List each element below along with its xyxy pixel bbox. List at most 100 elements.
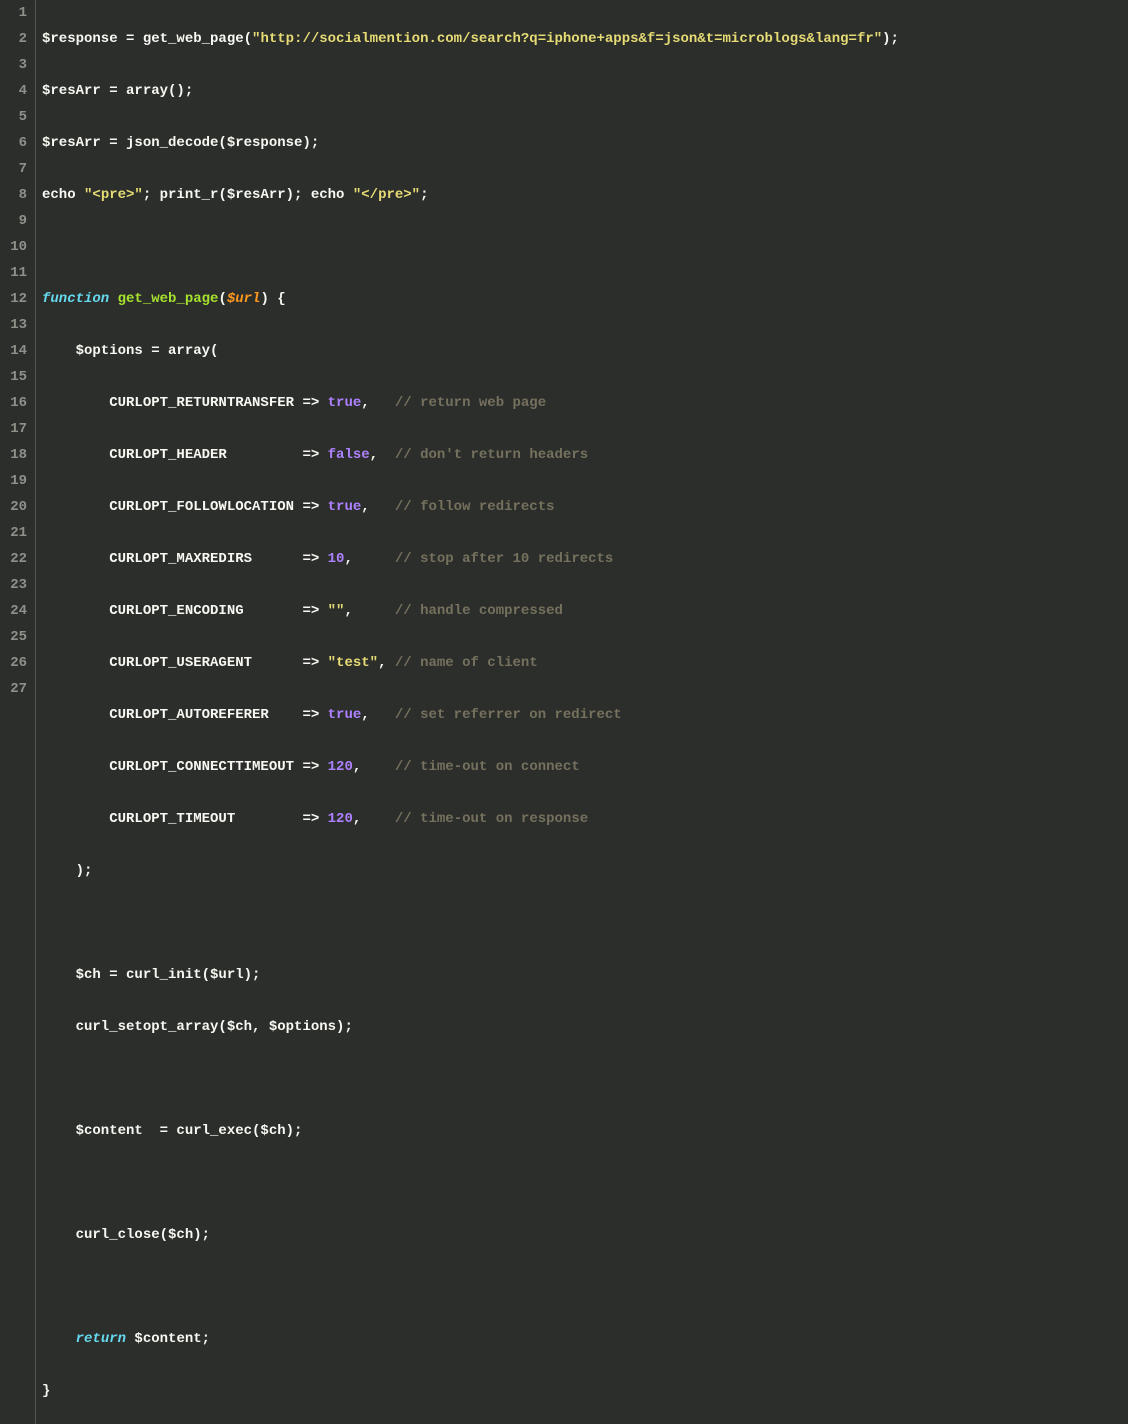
code-line: CURLOPT_AUTOREFERER => true, // set refe…: [42, 702, 899, 728]
code-line: curl_close($ch);: [42, 1222, 899, 1248]
line-number: 7: [4, 156, 27, 182]
code-line: curl_setopt_array($ch, $options);: [42, 1014, 899, 1040]
line-number: 26: [4, 650, 27, 676]
code-text: $content = curl_exec($ch);: [42, 1123, 302, 1139]
comment: // return web page: [395, 395, 546, 411]
parameter: $url: [227, 291, 261, 307]
code-text: echo: [42, 187, 84, 203]
code-text: ,: [378, 655, 395, 671]
code-text: CURLOPT_MAXREDIRS =>: [42, 551, 328, 567]
comment: // follow redirects: [395, 499, 555, 515]
code-text: ) {: [260, 291, 285, 307]
line-number: 15: [4, 364, 27, 390]
line-number: 3: [4, 52, 27, 78]
literal: 10: [328, 551, 345, 567]
code-text: ,: [344, 603, 394, 619]
code-line: function get_web_page($url) {: [42, 286, 899, 312]
line-number: 16: [4, 390, 27, 416]
code-line: $ch = curl_init($url);: [42, 962, 899, 988]
line-number: 5: [4, 104, 27, 130]
keyword: function: [42, 291, 109, 307]
code-line: [42, 1066, 899, 1092]
line-number: 18: [4, 442, 27, 468]
line-number: 25: [4, 624, 27, 650]
code-text: ,: [353, 759, 395, 775]
line-number: 19: [4, 468, 27, 494]
code-text: $resArr = json_decode($response);: [42, 135, 319, 151]
code-text: curl_setopt_array($ch, $options);: [42, 1019, 353, 1035]
code-area[interactable]: $response = get_web_page("http://socialm…: [36, 0, 905, 1424]
line-number: 20: [4, 494, 27, 520]
line-number: 1: [4, 0, 27, 26]
code-line: return $content;: [42, 1326, 899, 1352]
code-text: CURLOPT_CONNECTTIMEOUT =>: [42, 759, 328, 775]
comment: // time-out on connect: [395, 759, 580, 775]
code-line: [42, 1274, 899, 1300]
code-text: CURLOPT_ENCODING =>: [42, 603, 328, 619]
code-text: CURLOPT_TIMEOUT =>: [42, 811, 328, 827]
code-text: ,: [361, 395, 395, 411]
line-number: 22: [4, 546, 27, 572]
code-text: ,: [361, 707, 395, 723]
comment: // name of client: [395, 655, 538, 671]
code-line: $resArr = array();: [42, 78, 899, 104]
line-number: 2: [4, 26, 27, 52]
line-number: 11: [4, 260, 27, 286]
literal: true: [328, 395, 362, 411]
code-text: CURLOPT_HEADER =>: [42, 447, 328, 463]
code-line: CURLOPT_MAXREDIRS => 10, // stop after 1…: [42, 546, 899, 572]
code-line: CURLOPT_USERAGENT => "test", // name of …: [42, 650, 899, 676]
string-literal: "": [328, 603, 345, 619]
code-text: );: [882, 31, 899, 47]
code-text: ,: [344, 551, 394, 567]
line-number: 6: [4, 130, 27, 156]
line-number: 23: [4, 572, 27, 598]
literal: 120: [328, 811, 353, 827]
comment: // stop after 10 redirects: [395, 551, 613, 567]
line-number: 4: [4, 78, 27, 104]
code-text: ;: [420, 187, 428, 203]
line-number: 21: [4, 520, 27, 546]
code-line: CURLOPT_HEADER => false, // don't return…: [42, 442, 899, 468]
code-line: CURLOPT_FOLLOWLOCATION => true, // follo…: [42, 494, 899, 520]
code-line: [42, 1170, 899, 1196]
code-text: [42, 1331, 76, 1347]
string-literal: "</pre>": [353, 187, 420, 203]
code-text: CURLOPT_USERAGENT =>: [42, 655, 328, 671]
comment: // set referrer on redirect: [395, 707, 622, 723]
code-line: CURLOPT_TIMEOUT => 120, // time-out on r…: [42, 806, 899, 832]
code-line: [42, 910, 899, 936]
code-text: $response = get_web_page(: [42, 31, 252, 47]
line-number: 10: [4, 234, 27, 260]
code-line: CURLOPT_CONNECTTIMEOUT => 120, // time-o…: [42, 754, 899, 780]
code-text: $resArr = array();: [42, 83, 193, 99]
code-text: ,: [361, 499, 395, 515]
code-line: [42, 234, 899, 260]
code-text: (: [218, 291, 226, 307]
function-name: get_web_page: [109, 291, 218, 307]
code-text: $content;: [126, 1331, 210, 1347]
code-text: $ch = curl_init($url);: [42, 967, 260, 983]
line-number-gutter: 1 2 3 4 5 6 7 8 9 10 11 12 13 14 15 16 1…: [0, 0, 36, 1424]
code-text: ,: [370, 447, 395, 463]
string-literal: "http://socialmention.com/search?q=iphon…: [252, 31, 882, 47]
code-text: }: [42, 1383, 50, 1399]
code-text: ,: [353, 811, 395, 827]
code-line: $resArr = json_decode($response);: [42, 130, 899, 156]
line-number: 17: [4, 416, 27, 442]
keyword: return: [76, 1331, 126, 1347]
literal: true: [328, 707, 362, 723]
code-line: $options = array(: [42, 338, 899, 364]
line-number: 9: [4, 208, 27, 234]
line-number: 13: [4, 312, 27, 338]
line-number: 8: [4, 182, 27, 208]
code-text: curl_close($ch);: [42, 1227, 210, 1243]
literal: 120: [328, 759, 353, 775]
line-number: 14: [4, 338, 27, 364]
code-line: $content = curl_exec($ch);: [42, 1118, 899, 1144]
code-line: );: [42, 858, 899, 884]
code-line: CURLOPT_RETURNTRANSFER => true, // retur…: [42, 390, 899, 416]
comment: // handle compressed: [395, 603, 563, 619]
literal: false: [328, 447, 370, 463]
code-line: $response = get_web_page("http://socialm…: [42, 26, 899, 52]
